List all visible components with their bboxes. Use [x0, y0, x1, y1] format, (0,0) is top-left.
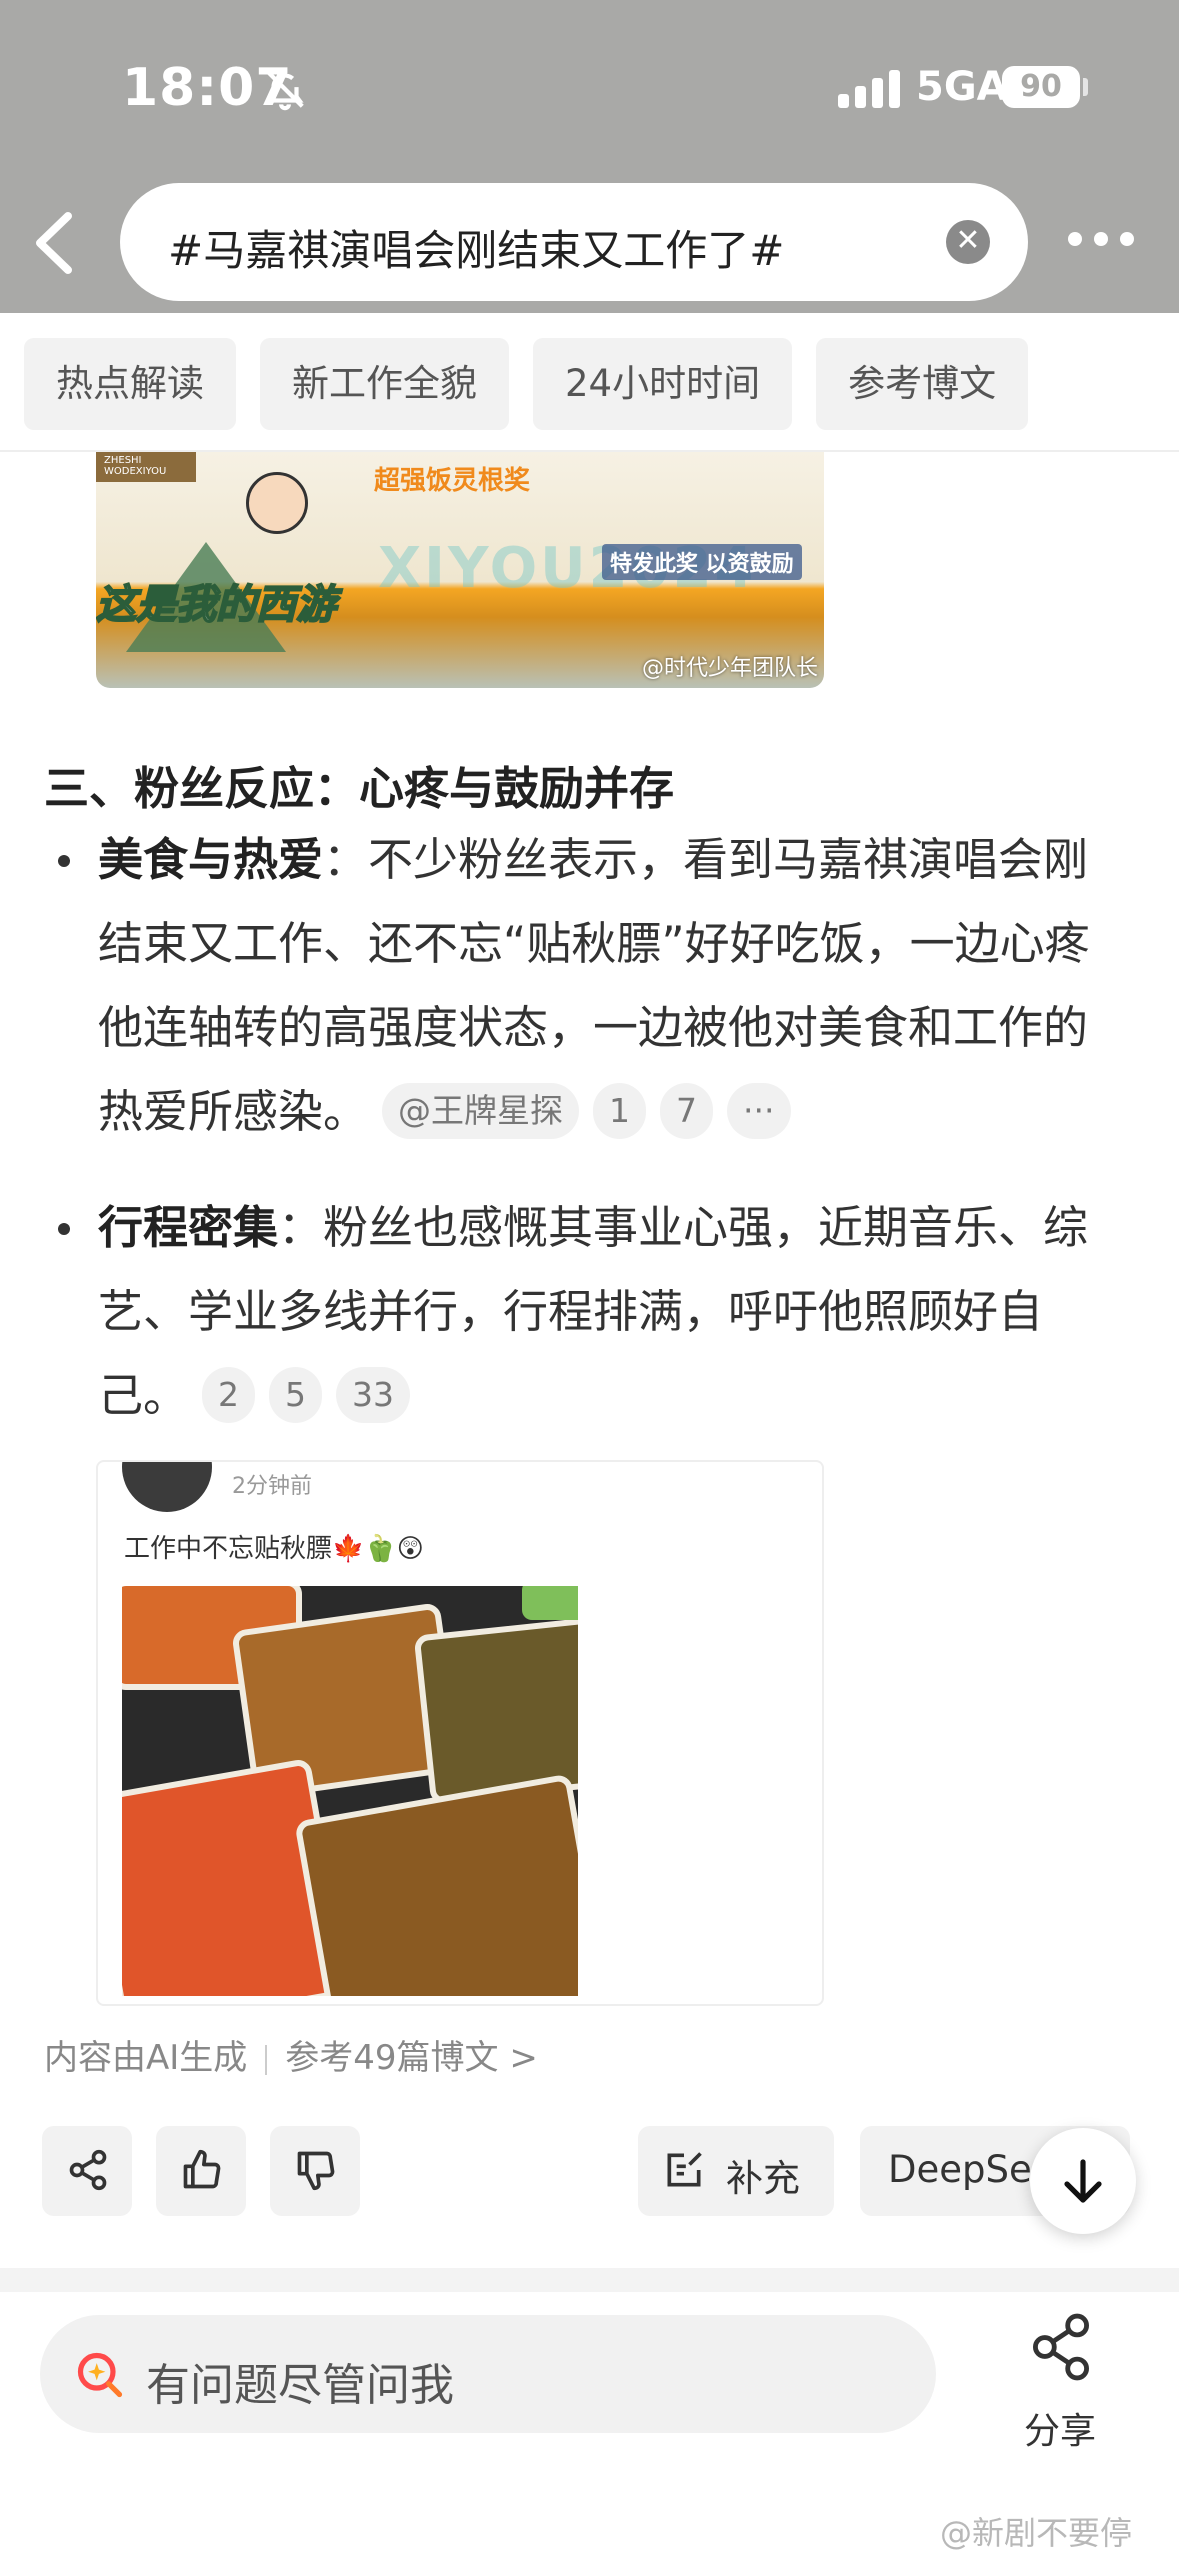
- edit-note-icon: [667, 2152, 702, 2187]
- thumbs-up-icon: [183, 2149, 221, 2189]
- search-input[interactable]: #马嘉祺演唱会刚结束又工作了# ✕: [120, 183, 1028, 301]
- scroll-down-button[interactable]: [1030, 2128, 1136, 2234]
- banner-signpost: ZHESHI WODEXIYOU: [96, 452, 196, 482]
- post-time: 2分钟前: [232, 1474, 312, 1499]
- image-credit: @时代少年团队长: [641, 656, 818, 681]
- clear-search-button[interactable]: ✕: [946, 220, 990, 264]
- citation-chip[interactable]: 1: [593, 1083, 647, 1139]
- topic-tabs: 热点解读 新工作全貌 24小时时间 参考博文: [24, 338, 1029, 430]
- like-button[interactable]: [156, 2126, 246, 2216]
- deepseek-label: DeepSe: [888, 2148, 1032, 2191]
- weibo-watermark: @新剧不要停: [940, 2514, 1133, 2552]
- food-photo: [122, 1586, 578, 1996]
- tab-24h-timeline[interactable]: 24小时时间: [533, 338, 793, 430]
- battery-tip-icon: [1083, 78, 1088, 96]
- banner-tag: 特发此奖 以资鼓励: [602, 544, 802, 580]
- citation-chip[interactable]: 33: [336, 1367, 411, 1423]
- bullet-food-love: 美食与热爱：不少粉丝表示，看到马嘉祺演唱会刚结束又工作、还不忘“贴秋膘”好好吃饭…: [58, 818, 1128, 1154]
- banner-image[interactable]: ZHESHI WODEXIYOU 超强饭灵根奖 XIYOU2024 特发此奖 以…: [96, 452, 824, 688]
- tab-hot-analysis[interactable]: 热点解读: [24, 338, 236, 430]
- bullet-label: 行程密集: [98, 1201, 279, 1254]
- dish-braised-eggplant: [294, 1773, 578, 1996]
- top-header: 18:07 5GA 90 #马嘉祺演唱会刚结束又工作了# ✕: [0, 0, 1179, 313]
- citation-chip[interactable]: 5: [269, 1367, 323, 1423]
- share-label: 分享: [1023, 2411, 1096, 2452]
- signal-icon: [838, 68, 900, 108]
- back-button[interactable]: [28, 208, 78, 278]
- bullet-busy-schedule: 行程密集：粉丝也感慨其事业心强，近期音乐、综艺、学业多线并行，行程排满，呼吁他照…: [58, 1186, 1128, 1438]
- post-avatar: [122, 1462, 212, 1512]
- divider: [265, 2044, 268, 2075]
- supplement-label: 补充: [726, 2157, 800, 2200]
- ai-generated-label: 内容由AI生成: [44, 2038, 248, 2078]
- share-icon: [69, 2149, 107, 2191]
- section-title: 三、粉丝反应：心疼与鼓励并存: [44, 762, 675, 815]
- citation-chip[interactable]: 2: [202, 1367, 256, 1423]
- arrow-down-icon: [1064, 2159, 1102, 2203]
- ask-placeholder: 有问题尽管问我: [146, 2360, 454, 2411]
- bottom-share-button[interactable]: 分享: [1010, 2310, 1110, 2452]
- supplement-button[interactable]: 补充: [638, 2126, 834, 2216]
- source-info: 内容由AI生成 参考49篇博文 >: [44, 2030, 538, 2079]
- network-type: 5GA: [916, 64, 1008, 110]
- more-citations-chip[interactable]: ···: [727, 1083, 791, 1139]
- mute-bell-icon: [266, 70, 304, 111]
- cartoon-avatar-icon: [246, 472, 308, 534]
- embedded-post-image[interactable]: 2分钟前 工作中不忘贴秋膘🍁🫑😲: [96, 1460, 824, 2006]
- more-options-button[interactable]: [1068, 232, 1134, 246]
- search-query-text: #马嘉祺演唱会刚结束又工作了#: [168, 226, 785, 275]
- thumbs-down-icon: [297, 2151, 335, 2191]
- citation-chip[interactable]: 7: [660, 1083, 714, 1139]
- bullet-label: 美食与热爱: [98, 833, 324, 886]
- dislike-button[interactable]: [270, 2126, 360, 2216]
- battery-level: 90: [1002, 66, 1080, 108]
- reference-posts-link[interactable]: 参考49篇博文 >: [285, 2038, 538, 2078]
- section-separator: [0, 2268, 1179, 2292]
- share-icon: [1033, 2313, 1089, 2381]
- show-logo: 这是我的西游: [96, 581, 337, 629]
- tab-new-work[interactable]: 新工作全貌: [260, 338, 509, 430]
- share-button[interactable]: [42, 2126, 132, 2216]
- banner-title: 超强饭灵根奖: [374, 466, 531, 496]
- tab-reference-posts[interactable]: 参考博文: [816, 338, 1029, 430]
- ai-search-icon: [77, 2352, 123, 2398]
- ask-input[interactable]: 有问题尽管问我: [40, 2315, 936, 2433]
- post-text: 工作中不忘贴秋膘🍁🫑😲: [124, 1534, 424, 1564]
- dish-greens: [522, 1586, 578, 1620]
- source-chip[interactable]: @王牌星探: [382, 1083, 580, 1139]
